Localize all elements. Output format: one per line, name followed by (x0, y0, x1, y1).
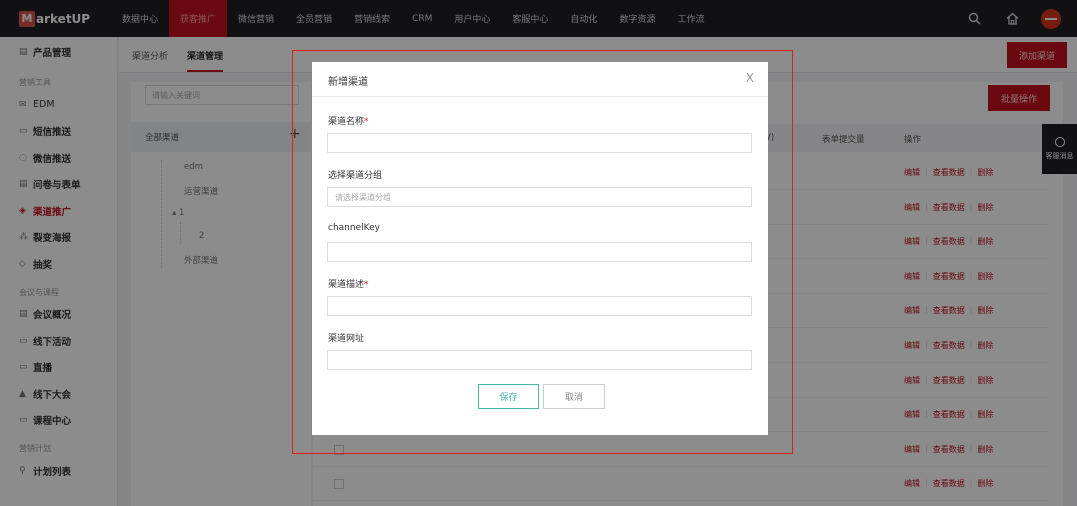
channel-name-input[interactable] (327, 133, 752, 153)
channel-desc-input[interactable] (327, 296, 752, 316)
required-mark: * (364, 280, 369, 290)
field-label: 渠道网址 (328, 331, 364, 344)
field-label: 选择渠道分组 (328, 168, 382, 181)
field-label-text: 选择渠道分组 (328, 171, 383, 181)
field-label-text: 渠道描述 (328, 280, 365, 290)
field-label-text: channelKey (328, 223, 380, 233)
channel-url-input[interactable] (327, 350, 752, 370)
dialog-divider (312, 96, 768, 97)
save-button[interactable]: 保存 (478, 384, 539, 409)
channel-group-select[interactable]: 请选择渠道分组 (327, 187, 752, 207)
dialog-title: 新增渠道 (328, 77, 368, 88)
field-label-text: 渠道网址 (328, 334, 365, 344)
field-label: channelKey (328, 223, 380, 233)
field-label: 渠道描述* (328, 277, 369, 290)
close-icon[interactable]: X (746, 71, 754, 85)
add-channel-dialog: 新增渠道 X 渠道名称* 选择渠道分组 请选择渠道分组 channelKey 渠道描述*… (312, 62, 768, 435)
field-label: 渠道名称* (328, 114, 369, 127)
field-label-text: 渠道名称 (328, 117, 365, 127)
cancel-button[interactable]: 取消 (543, 384, 605, 409)
required-mark: * (364, 117, 369, 127)
channel-key-input[interactable] (327, 242, 752, 262)
